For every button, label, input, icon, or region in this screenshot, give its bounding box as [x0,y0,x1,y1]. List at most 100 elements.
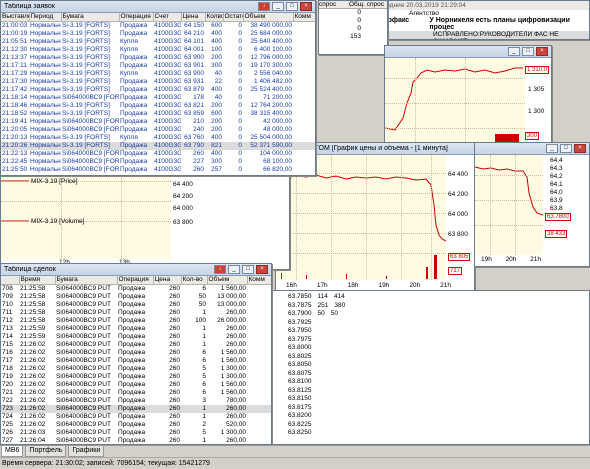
orders-column-header[interactable]: Остаток [223,13,244,22]
table-row[interactable]: 721 21:26:02 Si064000BC9 PUT Продажа 260 6 1 5… [1,389,271,397]
table-row[interactable]: 711 21:25:58 Si064000BC9 PUT Продажа 260 1 260… [1,309,271,317]
orders-titlebar[interactable]: Таблица заявок ↓ _ □ × [1,1,315,13]
table-cell: 6 [202,389,206,396]
table-row[interactable]: 720 21:26:02 Si064000BC9 PUT Продажа 260 6 1 5… [1,381,271,389]
trades-column-header[interactable]: Операция [117,276,154,285]
table-row[interactable]: 21:25:50НормальныйSi064000BC9 [FORTS]Про… [1,166,315,174]
trades-column-header[interactable]: Кол-во [181,276,208,285]
table-cell: Si-3.19 [FORTS] [61,142,119,150]
trades-column-header[interactable]: Бумага [55,276,118,285]
trades-column-header[interactable]: Комм [247,276,271,285]
tab-mb6[interactable]: MB6 [1,446,24,457]
table-cell: 5 [202,365,206,372]
orders-column-header[interactable]: Период [29,13,62,22]
table-row[interactable]: 21:05:51НормальныйSi-3.19 [FORTS] Купля 41… [1,38,315,46]
table-row[interactable]: 712 21:25:58 Si064000BC9 PUT Продажа 260 100 2… [1,317,271,325]
left-chart-area[interactable]: MIX-3.19 [Price] MIX-3.19 [Volume] [1,171,171,259]
maximize-icon[interactable]: □ [522,47,534,56]
table-row[interactable]: 21:20:13НормальныйSi-3.19 [FORTS] Купля 41… [1,134,315,142]
table-row[interactable]: 716 21:26:02 Si064000BC9 PUT Продажа 260 6 1 5… [1,349,271,357]
right-chart-area[interactable] [475,155,544,255]
table-cell: Si064000BC9 PUT [56,365,111,372]
table-row[interactable]: 21:19:41НормальныйSi064000BC9 [FORTS]Про… [1,118,315,126]
maximize-icon[interactable]: □ [242,265,254,274]
maximize-icon[interactable]: □ [286,2,298,11]
minimize-icon[interactable]: _ [546,144,558,153]
table-row[interactable]: 710 21:25:58 Si064000BC9 PUT Продажа 260 50 13… [1,301,271,309]
orders-column-header[interactable]: Бумага [61,13,120,22]
table-row[interactable]: 713 21:25:59 Si064000BC9 PUT Продажа 260 1 260… [1,325,271,333]
table-row[interactable]: 725 21:26:02 Si064000BC9 PUT Продажа 260 2 520… [1,421,271,429]
table-row[interactable]: 727 21:26:04 Si064000BC9 PUT Продажа 260 1 260… [1,437,271,444]
table-cell: Si064000BC9 PUT [56,325,111,332]
table-cell [293,46,315,54]
orders-column-header[interactable]: Счет [153,13,182,22]
table-row[interactable]: 21:17:11НормальныйSi-3.19 [FORTS] Продажа… [1,62,315,70]
close-icon[interactable]: × [536,47,548,56]
close-icon[interactable]: × [300,2,312,11]
orders-column-header[interactable]: Выставле [1,13,30,22]
table-row[interactable]: 21:22:13НормальныйSi064000BC9 [FORTS]Про… [1,150,315,158]
orders-column-header[interactable]: Колво [205,13,224,22]
table-row[interactable]: 718 21:26:02 Si064000BC9 PUT Продажа 260 5 1 3… [1,365,271,373]
trades-column-header[interactable]: Цена [153,276,182,285]
table-row[interactable]: 21:22:45НормальныйSi064000BC9 [FORTS]Про… [1,158,315,166]
table-cell [247,293,271,301]
table-cell: 4100G3G [154,70,181,77]
table-cell: 4100G3G [154,150,181,157]
table-row[interactable]: 726 21:26:03 Si064000BC9 PUT Продажа 260 5 1 3… [1,429,271,437]
table-row[interactable]: 723 21:26:02 Si064000BC9 PUT Продажа 260 1 260… [1,405,271,413]
tab-charts[interactable]: Графики [68,446,105,457]
minimize-icon[interactable]: _ [272,2,284,11]
table-row[interactable]: 722 21:26:02 Si064000BC9 PUT Продажа 260 3 780… [1,397,271,405]
orders-column-header[interactable]: Комм [293,13,315,22]
maximize-icon[interactable]: □ [560,144,572,153]
legend-volume: MIX-3.19 [Volume] [31,218,85,225]
orders-column-header[interactable]: Цена [181,13,206,22]
table-row[interactable]: 21:18:46НормальныйSi-3.19 [FORTS] Продажа… [1,102,315,110]
table-row[interactable]: 21:00:03НормальныйSi-3.19 [FORTS] Продажа… [1,22,315,31]
table-row[interactable]: 21:17:29НормальныйSi-3.19 [FORTS] Купля 41… [1,70,315,78]
table-row[interactable]: 21:17:42НормальныйSi-3.19 [FORTS] Продажа… [1,86,315,94]
table-row[interactable]: 21:20:05НормальныйSi064000BC9 [FORTS]Про… [1,126,315,134]
trades-titlebar[interactable]: Таблица сделок ↓ _ □ × [1,264,271,276]
table-cell: 50 [198,293,206,300]
pin-icon[interactable]: ↓ [258,2,270,11]
table-row[interactable]: 21:20:26НормальныйSi-3.19 [FORTS]Продажа… [1,142,315,150]
table-row[interactable]: 21:00:19НормальныйSi-3.19 [FORTS] Продажа… [1,30,315,38]
pin-icon[interactable]: ↓ [214,265,226,274]
trades-column-header[interactable]: Объем [207,276,248,285]
top-chart-area[interactable] [385,58,525,142]
table-row[interactable]: 708 21:25:58 Si064000BC9 PUT Продажа 260 6 1 5… [1,285,271,294]
table-row[interactable]: 21:17:30НормальныйSi-3.19 [FORTS] Продажа… [1,78,315,86]
close-icon[interactable]: × [574,144,586,153]
table-cell: 21:20:13 [2,134,28,141]
table-row[interactable]: 21:13:37НормальныйSi-3.19 [FORTS] Продажа… [1,54,315,62]
table-row[interactable]: 21:12:30НормальныйSi-3.19 [FORTS] Купля 41… [1,46,315,54]
orders-window-title: Таблица заявок [4,3,55,10]
table-row[interactable]: 714 21:25:59 Si064000BC9 PUT Продажа 260 1 260… [1,333,271,341]
minimize-icon[interactable]: _ [508,47,520,56]
table-row[interactable]: 21:18:14НормальныйSi064000BC9 [FORTS]Про… [1,94,315,102]
trades-column-header[interactable]: Время [19,276,56,285]
table-cell: Продажа [120,110,148,117]
news-headline[interactable]: У Норникеля есть планы цифровизации проц… [429,17,587,31]
table-row[interactable]: 715 21:26:02 Si064000BC9 PUT Продажа 260 1 260… [1,341,271,349]
minimize-icon[interactable]: _ [228,265,240,274]
table-row[interactable]: 709 21:25:58 Si064000BC9 PUT Продажа 260 50 13… [1,293,271,301]
table-row[interactable]: 717 21:26:02 Si064000BC9 PUT Продажа 260 6 1 5… [1,357,271,365]
table-row[interactable]: 719 21:26:02 Si064000BC9 PUT Продажа 260 5 1 3… [1,373,271,381]
tab-portfolio[interactable]: Портфель [25,446,67,457]
table-cell: 19 170 300,00 [250,62,292,69]
table-row[interactable]: 724 21:26:02 Si064000BC9 PUT Продажа 260 1 260… [1,413,271,421]
right-chart-titlebar[interactable]: _ □ × [475,143,589,155]
news-subline[interactable]: ИСПРАВЛЕНО:РУКОВОДИТЕЛИ ФАС НЕ ОЖИДАЮТ [369,31,589,39]
news-agency: Агентство [409,10,439,17]
close-icon[interactable]: × [256,265,268,274]
orders-column-header[interactable]: Операция [119,13,154,22]
table-cell: 63 859 [184,110,204,117]
trades-column-header[interactable] [1,276,20,285]
table-row[interactable]: 21:18:52НормальныйSi-3.19 [FORTS] Продажа… [1,110,315,118]
orders-column-header[interactable]: Объем [243,13,294,22]
top-chart-titlebar[interactable]: _ □ × [385,46,551,58]
